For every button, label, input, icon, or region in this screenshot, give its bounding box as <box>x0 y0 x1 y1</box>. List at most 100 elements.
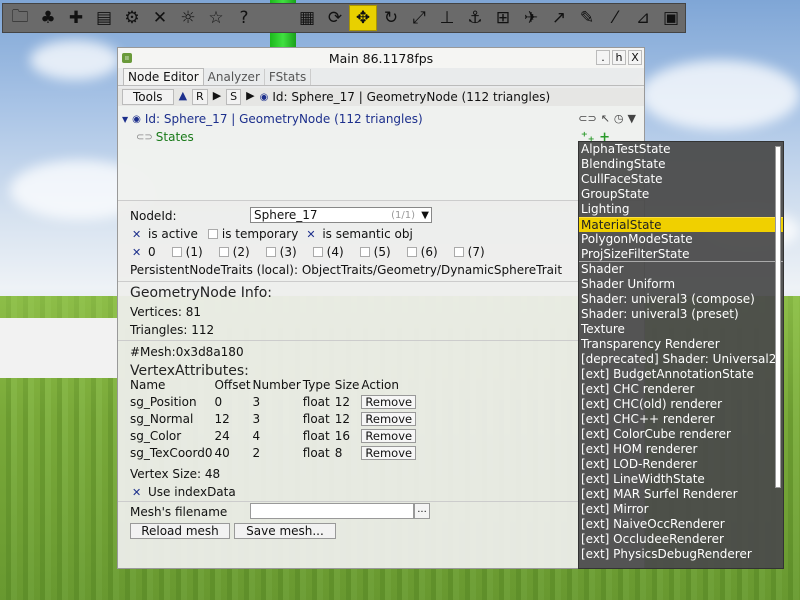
dropdown-item[interactable]: [ext] ColorCube renderer <box>579 427 783 442</box>
dropdown-item[interactable]: [ext] MAR Surfel Renderer <box>579 487 783 502</box>
star-icon[interactable]: ☆ <box>202 5 230 31</box>
menu-arrow-icon[interactable]: ▼ <box>628 112 636 125</box>
dropdown-item[interactable]: PolygonModeState <box>579 232 783 247</box>
cursor-icon[interactable]: ↖ <box>601 112 610 125</box>
dropdown-item[interactable]: CullFaceState <box>579 172 783 187</box>
dropdown-item[interactable]: Texture <box>579 322 783 337</box>
dropdown-item[interactable]: Shader: univeral3 (compose) <box>579 292 783 307</box>
window-titlebar[interactable]: ıı Main 86.1178fps . h X <box>118 48 644 68</box>
draw-icon[interactable]: ⁄ <box>601 5 629 31</box>
help-icon[interactable]: ? <box>230 5 258 31</box>
table-cell: Remove <box>361 428 418 445</box>
dropdown-item[interactable]: AlphaTestState <box>579 142 783 157</box>
dropdown-item[interactable]: [ext] LineWidthState <box>579 472 783 487</box>
dropdown-item[interactable]: GroupState <box>579 187 783 202</box>
select-icon[interactable]: ⊿ <box>629 5 657 31</box>
reload-mesh-button[interactable]: Reload mesh <box>130 523 230 539</box>
filename-input[interactable] <box>250 503 414 519</box>
scale-icon[interactable]: ⤢ <box>405 5 433 31</box>
flag-checkbox-5[interactable] <box>359 247 370 257</box>
tab-analyzer[interactable]: Analyzer <box>204 69 265 85</box>
dropdown-item[interactable]: [ext] CHC++ renderer <box>579 412 783 427</box>
flag-checkbox-4[interactable] <box>312 247 323 257</box>
table-cell: float <box>302 394 330 409</box>
flag-checkbox-1[interactable] <box>171 247 182 257</box>
anchor-icon[interactable]: ⚓ <box>461 5 489 31</box>
nodeid-hint: (1/1) <box>391 209 415 221</box>
dropdown-item[interactable]: [ext] Mirror <box>579 502 783 517</box>
dropdown-item[interactable]: [ext] OccludeeRenderer <box>579 532 783 547</box>
measure-icon[interactable]: ⊞ <box>489 5 517 31</box>
r-button[interactable]: R <box>192 89 208 105</box>
expand-icon[interactable]: ▼ <box>122 115 128 124</box>
rotate-icon[interactable]: ↻ <box>377 5 405 31</box>
dropdown-item[interactable]: [ext] CHC(old) renderer <box>579 397 783 412</box>
ray-icon[interactable]: ↗ <box>545 5 573 31</box>
clock-icon[interactable]: ◷ <box>614 112 624 125</box>
use-index-checkbox[interactable]: ✕ <box>132 486 144 499</box>
flag-checkbox-2[interactable] <box>218 247 229 257</box>
close-button[interactable]: X <box>628 50 642 65</box>
dropdown-item[interactable]: MaterialState <box>579 217 783 232</box>
puzzle-icon[interactable]: ✚ <box>62 5 90 31</box>
edit-icon[interactable]: ✎ <box>573 5 601 31</box>
dropdown-item[interactable]: [ext] PhysicsDebugRenderer <box>579 547 783 562</box>
flag-checkbox-0[interactable]: ✕ <box>132 246 144 259</box>
align-vertical-icon[interactable]: ⊥ <box>433 5 461 31</box>
tree-node-states[interactable]: ⊂⊃ States <box>136 130 194 144</box>
tree-node-sphere[interactable]: ▼ ◉ Id: Sphere_17 | GeometryNode (112 tr… <box>122 112 423 126</box>
flag-checkbox-6[interactable] <box>406 247 417 257</box>
remove-button[interactable]: Remove <box>361 428 417 443</box>
rotate-box-icon[interactable]: ⟳ <box>321 5 349 31</box>
dropdown-item[interactable]: Shader Uniform <box>579 277 783 292</box>
list-icon[interactable]: ▤ <box>90 5 118 31</box>
s-button[interactable]: S <box>226 89 242 105</box>
flag-checkbox-7[interactable] <box>453 247 464 257</box>
dropdown-item[interactable]: [ext] CHC renderer <box>579 382 783 397</box>
is-temporary-checkbox[interactable] <box>207 229 218 239</box>
remove-button[interactable]: Remove <box>361 394 417 409</box>
is-active-checkbox[interactable]: ✕ <box>132 228 144 241</box>
dropdown-item[interactable]: Shader <box>579 262 783 277</box>
play2-button[interactable]: ▶ <box>243 89 257 105</box>
dropdown-item[interactable]: Lighting <box>579 202 783 217</box>
numpad-icon[interactable]: ▦ <box>293 5 321 31</box>
notes-icon[interactable]: ▣ <box>657 5 685 31</box>
table-cell: 3 <box>252 394 261 409</box>
dropdown-item[interactable]: [ext] NaiveOccRenderer <box>579 517 783 532</box>
tab-fstats[interactable]: FStats <box>265 69 312 85</box>
dropdown-item[interactable]: [ext] BudgetAnnotationState <box>579 367 783 382</box>
minimize-button[interactable]: . <box>596 50 610 65</box>
table-cell: Remove <box>361 445 418 462</box>
dropdown-item[interactable]: [ext] LOD-Renderer <box>579 457 783 472</box>
dropdown-item[interactable]: Shader: univeral3 (preset) <box>579 307 783 322</box>
tab-node-editor[interactable]: Node Editor <box>123 68 204 85</box>
save-mesh-button[interactable]: Save mesh... <box>234 523 336 539</box>
dropdown-item[interactable]: [deprecated] Shader: Universal2 <box>579 352 783 367</box>
up-button[interactable]: ▲ <box>176 89 190 105</box>
move-icon[interactable]: ✥ <box>349 5 377 31</box>
hide-button[interactable]: h <box>612 50 626 65</box>
flag-checkbox-3[interactable] <box>265 247 276 257</box>
flag-label: 0 <box>148 245 156 259</box>
link-icon[interactable]: ⊂⊃ <box>578 112 596 125</box>
dropdown-item[interactable]: BlendingState <box>579 157 783 172</box>
dropdown-item[interactable]: ProjSizeFilterState <box>579 247 783 262</box>
folder-icon[interactable]: 🗀 <box>6 5 34 31</box>
remove-button[interactable]: Remove <box>361 411 417 426</box>
tools-icon[interactable]: ✕ <box>146 5 174 31</box>
navigate-icon[interactable]: ✈ <box>517 5 545 31</box>
play-button[interactable]: ▶ <box>210 89 224 105</box>
dropdown-scrollbar[interactable] <box>775 146 781 488</box>
dropdown-item[interactable]: [ext] HOM renderer <box>579 442 783 457</box>
dropdown-item[interactable]: Transparency Renderer <box>579 337 783 352</box>
tools-button[interactable]: Tools <box>122 89 174 105</box>
is-semantic-checkbox[interactable]: ✕ <box>306 228 318 241</box>
light-icon[interactable]: ☼ <box>174 5 202 31</box>
browse-button[interactable]: ... <box>414 503 430 519</box>
gear-icon[interactable]: ⚙ <box>118 5 146 31</box>
remove-button[interactable]: Remove <box>361 445 417 460</box>
nodeid-combo[interactable]: Sphere_17 (1/1) ▼ <box>250 207 432 223</box>
state-type-dropdown[interactable]: AlphaTestState BlendingState CullFaceState… <box>578 141 784 569</box>
tree-icon[interactable]: ♣ <box>34 5 62 31</box>
